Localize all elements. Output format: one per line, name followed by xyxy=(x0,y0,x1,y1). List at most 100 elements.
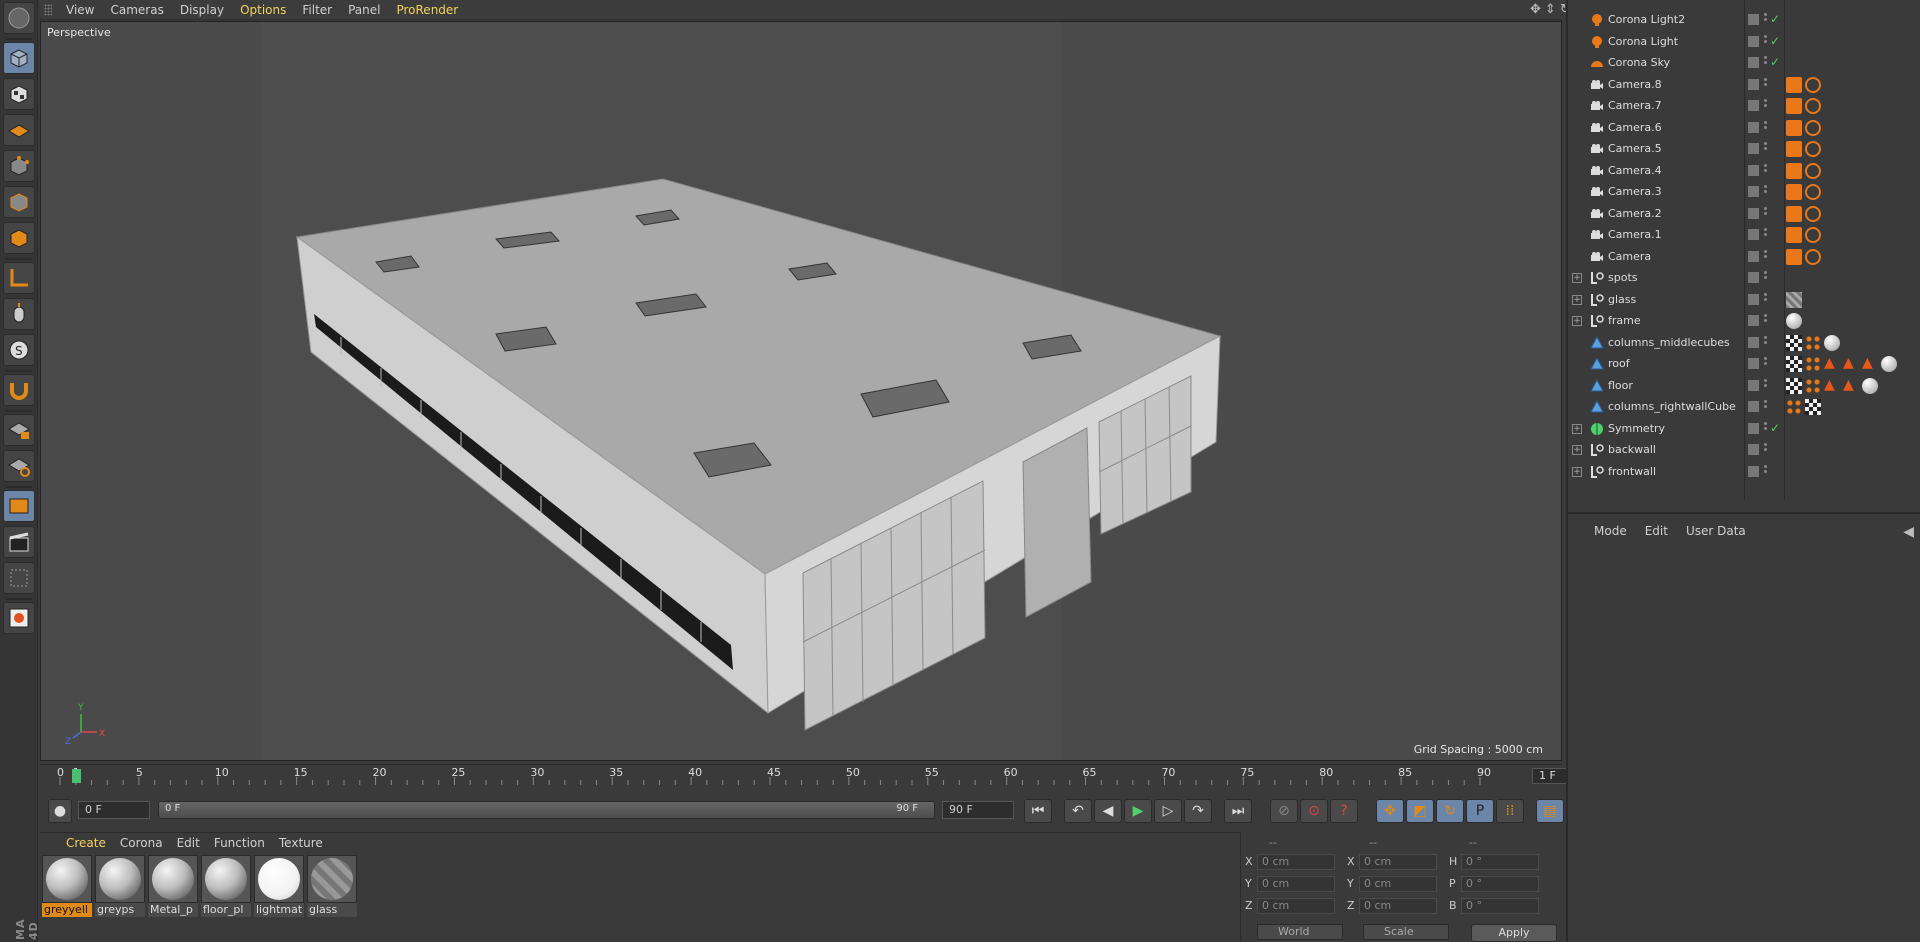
visibility-dots-icon[interactable] xyxy=(1764,77,1768,92)
coord-value-field[interactable]: 0 ° xyxy=(1461,898,1539,914)
next-key-icon[interactable]: ↷ xyxy=(1184,799,1212,823)
dots-tag-icon[interactable] xyxy=(1805,377,1821,394)
parameter-key-icon[interactable]: P xyxy=(1466,799,1494,823)
triangle-tag-icon[interactable]: ▲ xyxy=(1843,356,1859,372)
model-mode-icon[interactable] xyxy=(3,42,35,74)
tweak-mouse-icon[interactable] xyxy=(3,298,35,330)
viewport-menu-panel[interactable]: Panel xyxy=(348,3,380,17)
object-name[interactable]: Camera.8 xyxy=(1608,78,1662,91)
layer-icon[interactable] xyxy=(1748,35,1759,47)
object-name[interactable]: Corona Sky xyxy=(1608,56,1670,69)
visibility-dots-icon[interactable] xyxy=(1764,249,1768,264)
material-swatch[interactable]: greyps xyxy=(95,855,145,919)
object-name[interactable]: roof xyxy=(1608,357,1630,370)
layer-icon[interactable] xyxy=(1748,422,1759,434)
layer-icon[interactable] xyxy=(1748,358,1759,369)
camera-tag-icon[interactable] xyxy=(1786,162,1802,179)
scale-key-icon[interactable]: ◩ xyxy=(1406,799,1434,823)
visibility-dots-icon[interactable] xyxy=(1764,56,1768,70)
object-row[interactable]: roof ▲ ▲ ▲ xyxy=(1568,354,1920,375)
visibility-dots-icon[interactable] xyxy=(1764,99,1768,113)
object-row[interactable]: Camera.6 xyxy=(1568,118,1920,139)
layer-icon[interactable] xyxy=(1748,272,1759,283)
object-row[interactable]: floor ▲ ▲ xyxy=(1568,376,1920,397)
visibility-dots-icon[interactable] xyxy=(1764,443,1768,457)
workplane-icon[interactable] xyxy=(3,114,35,146)
rotation-key-icon[interactable]: ↻ xyxy=(1436,799,1464,823)
triangle-tag-icon[interactable]: ▲ xyxy=(1843,378,1859,394)
object-row[interactable]: Corona Light ✓ xyxy=(1568,32,1920,53)
viewport-menu-prorender[interactable]: ProRender xyxy=(396,3,458,17)
triangle-tag-icon[interactable]: ▲ xyxy=(1862,356,1878,372)
material-swatch[interactable]: lightmat xyxy=(254,855,304,919)
clapboard-icon[interactable] xyxy=(3,526,35,558)
protection-tag-icon[interactable] xyxy=(1805,76,1821,93)
expand-icon[interactable]: + xyxy=(1572,273,1582,283)
object-name[interactable]: spots xyxy=(1608,271,1638,284)
coord-value-field[interactable]: 0 cm xyxy=(1257,898,1335,914)
layer-icon[interactable] xyxy=(1748,57,1759,68)
checker-tag-icon[interactable] xyxy=(1786,334,1802,351)
material-swatch[interactable]: floor_pl xyxy=(201,855,251,919)
visibility-dots-icon[interactable] xyxy=(1764,357,1768,371)
timeline-ruler[interactable]: 0151015202530354045505560657075808590 xyxy=(54,767,1494,785)
object-name[interactable]: Camera.1 xyxy=(1608,228,1662,241)
points-mode-icon[interactable] xyxy=(3,150,35,182)
layer-icon[interactable] xyxy=(1748,315,1759,326)
coord-value-field[interactable]: 0 ° xyxy=(1461,876,1539,892)
protection-tag-icon[interactable] xyxy=(1805,141,1821,157)
keyframe-sphere-icon[interactable]: ● xyxy=(48,799,72,823)
object-row[interactable]: Camera.4 xyxy=(1568,161,1920,182)
checker-tag-icon[interactable] xyxy=(1786,377,1802,394)
visibility-dots-icon[interactable] xyxy=(1764,271,1768,285)
layer-icon[interactable] xyxy=(1748,143,1759,154)
camera-tag-icon[interactable] xyxy=(1786,248,1802,265)
object-row[interactable]: Camera.2 xyxy=(1568,204,1920,225)
coord-scale-dropdown[interactable]: Scale xyxy=(1363,924,1449,940)
object-name[interactable]: Corona Light xyxy=(1608,35,1678,48)
coord-value-field[interactable]: 0 cm xyxy=(1257,876,1335,892)
visibility-dots-icon[interactable] xyxy=(1764,34,1768,49)
keyframe-selection-icon[interactable]: ? xyxy=(1330,799,1358,823)
layer-icon[interactable] xyxy=(1748,293,1759,305)
enabled-check-icon[interactable]: ✓ xyxy=(1770,421,1780,435)
timeline[interactable]: 0151015202530354045505560657075808590 1 … xyxy=(40,764,1600,786)
object-name[interactable]: Camera.6 xyxy=(1608,121,1662,134)
object-row[interactable]: + spots xyxy=(1568,268,1920,289)
record-keys-icon[interactable]: ⊘ xyxy=(1270,799,1298,823)
material-swatch[interactable]: greyyell xyxy=(42,855,92,919)
coord-value-field[interactable]: 0 cm xyxy=(1257,854,1335,870)
object-row[interactable]: Camera xyxy=(1568,247,1920,268)
start-frame-field[interactable]: 0 F xyxy=(78,801,150,819)
visibility-dots-icon[interactable] xyxy=(1764,464,1768,479)
attr-menu-user-data[interactable]: User Data xyxy=(1686,524,1746,538)
camera-tag-icon[interactable] xyxy=(1786,184,1802,200)
object-row[interactable]: Camera.7 xyxy=(1568,96,1920,117)
material-swatch[interactable]: glass xyxy=(307,855,357,919)
axis-icon[interactable] xyxy=(3,262,35,294)
material-menu-corona[interactable]: Corona xyxy=(120,836,163,850)
protection-tag-icon[interactable] xyxy=(1805,162,1821,179)
layer-icon[interactable] xyxy=(1748,164,1759,176)
coord-value-field[interactable]: 0 cm xyxy=(1359,876,1437,892)
object-row[interactable]: Camera.1 xyxy=(1568,225,1920,246)
material-menu-function[interactable]: Function xyxy=(214,836,265,850)
object-row[interactable]: + glass xyxy=(1568,290,1920,311)
lock-workplane-icon[interactable] xyxy=(3,414,35,446)
enabled-check-icon[interactable]: ✓ xyxy=(1770,34,1780,48)
frame-range-slider[interactable]: 0 F 90 F xyxy=(158,801,935,819)
layer-icon[interactable] xyxy=(1748,401,1759,412)
layer-icon[interactable] xyxy=(1748,100,1759,111)
render-view-icon[interactable] xyxy=(3,490,35,522)
visibility-dots-icon[interactable] xyxy=(1764,314,1768,328)
object-row[interactable]: columns_rightwallCube xyxy=(1568,397,1920,418)
protection-tag-icon[interactable] xyxy=(1805,119,1821,136)
move-view-icon[interactable]: ✥ xyxy=(1530,2,1541,17)
dots-tag-icon[interactable] xyxy=(1786,399,1802,415)
object-name[interactable]: frontwall xyxy=(1608,465,1656,478)
layer-icon[interactable] xyxy=(1748,229,1759,240)
object-name[interactable]: glass xyxy=(1608,293,1636,306)
camera-tag-icon[interactable] xyxy=(1786,141,1802,157)
attr-menu-mode[interactable]: Mode xyxy=(1594,524,1627,538)
protection-tag-icon[interactable] xyxy=(1805,184,1821,200)
